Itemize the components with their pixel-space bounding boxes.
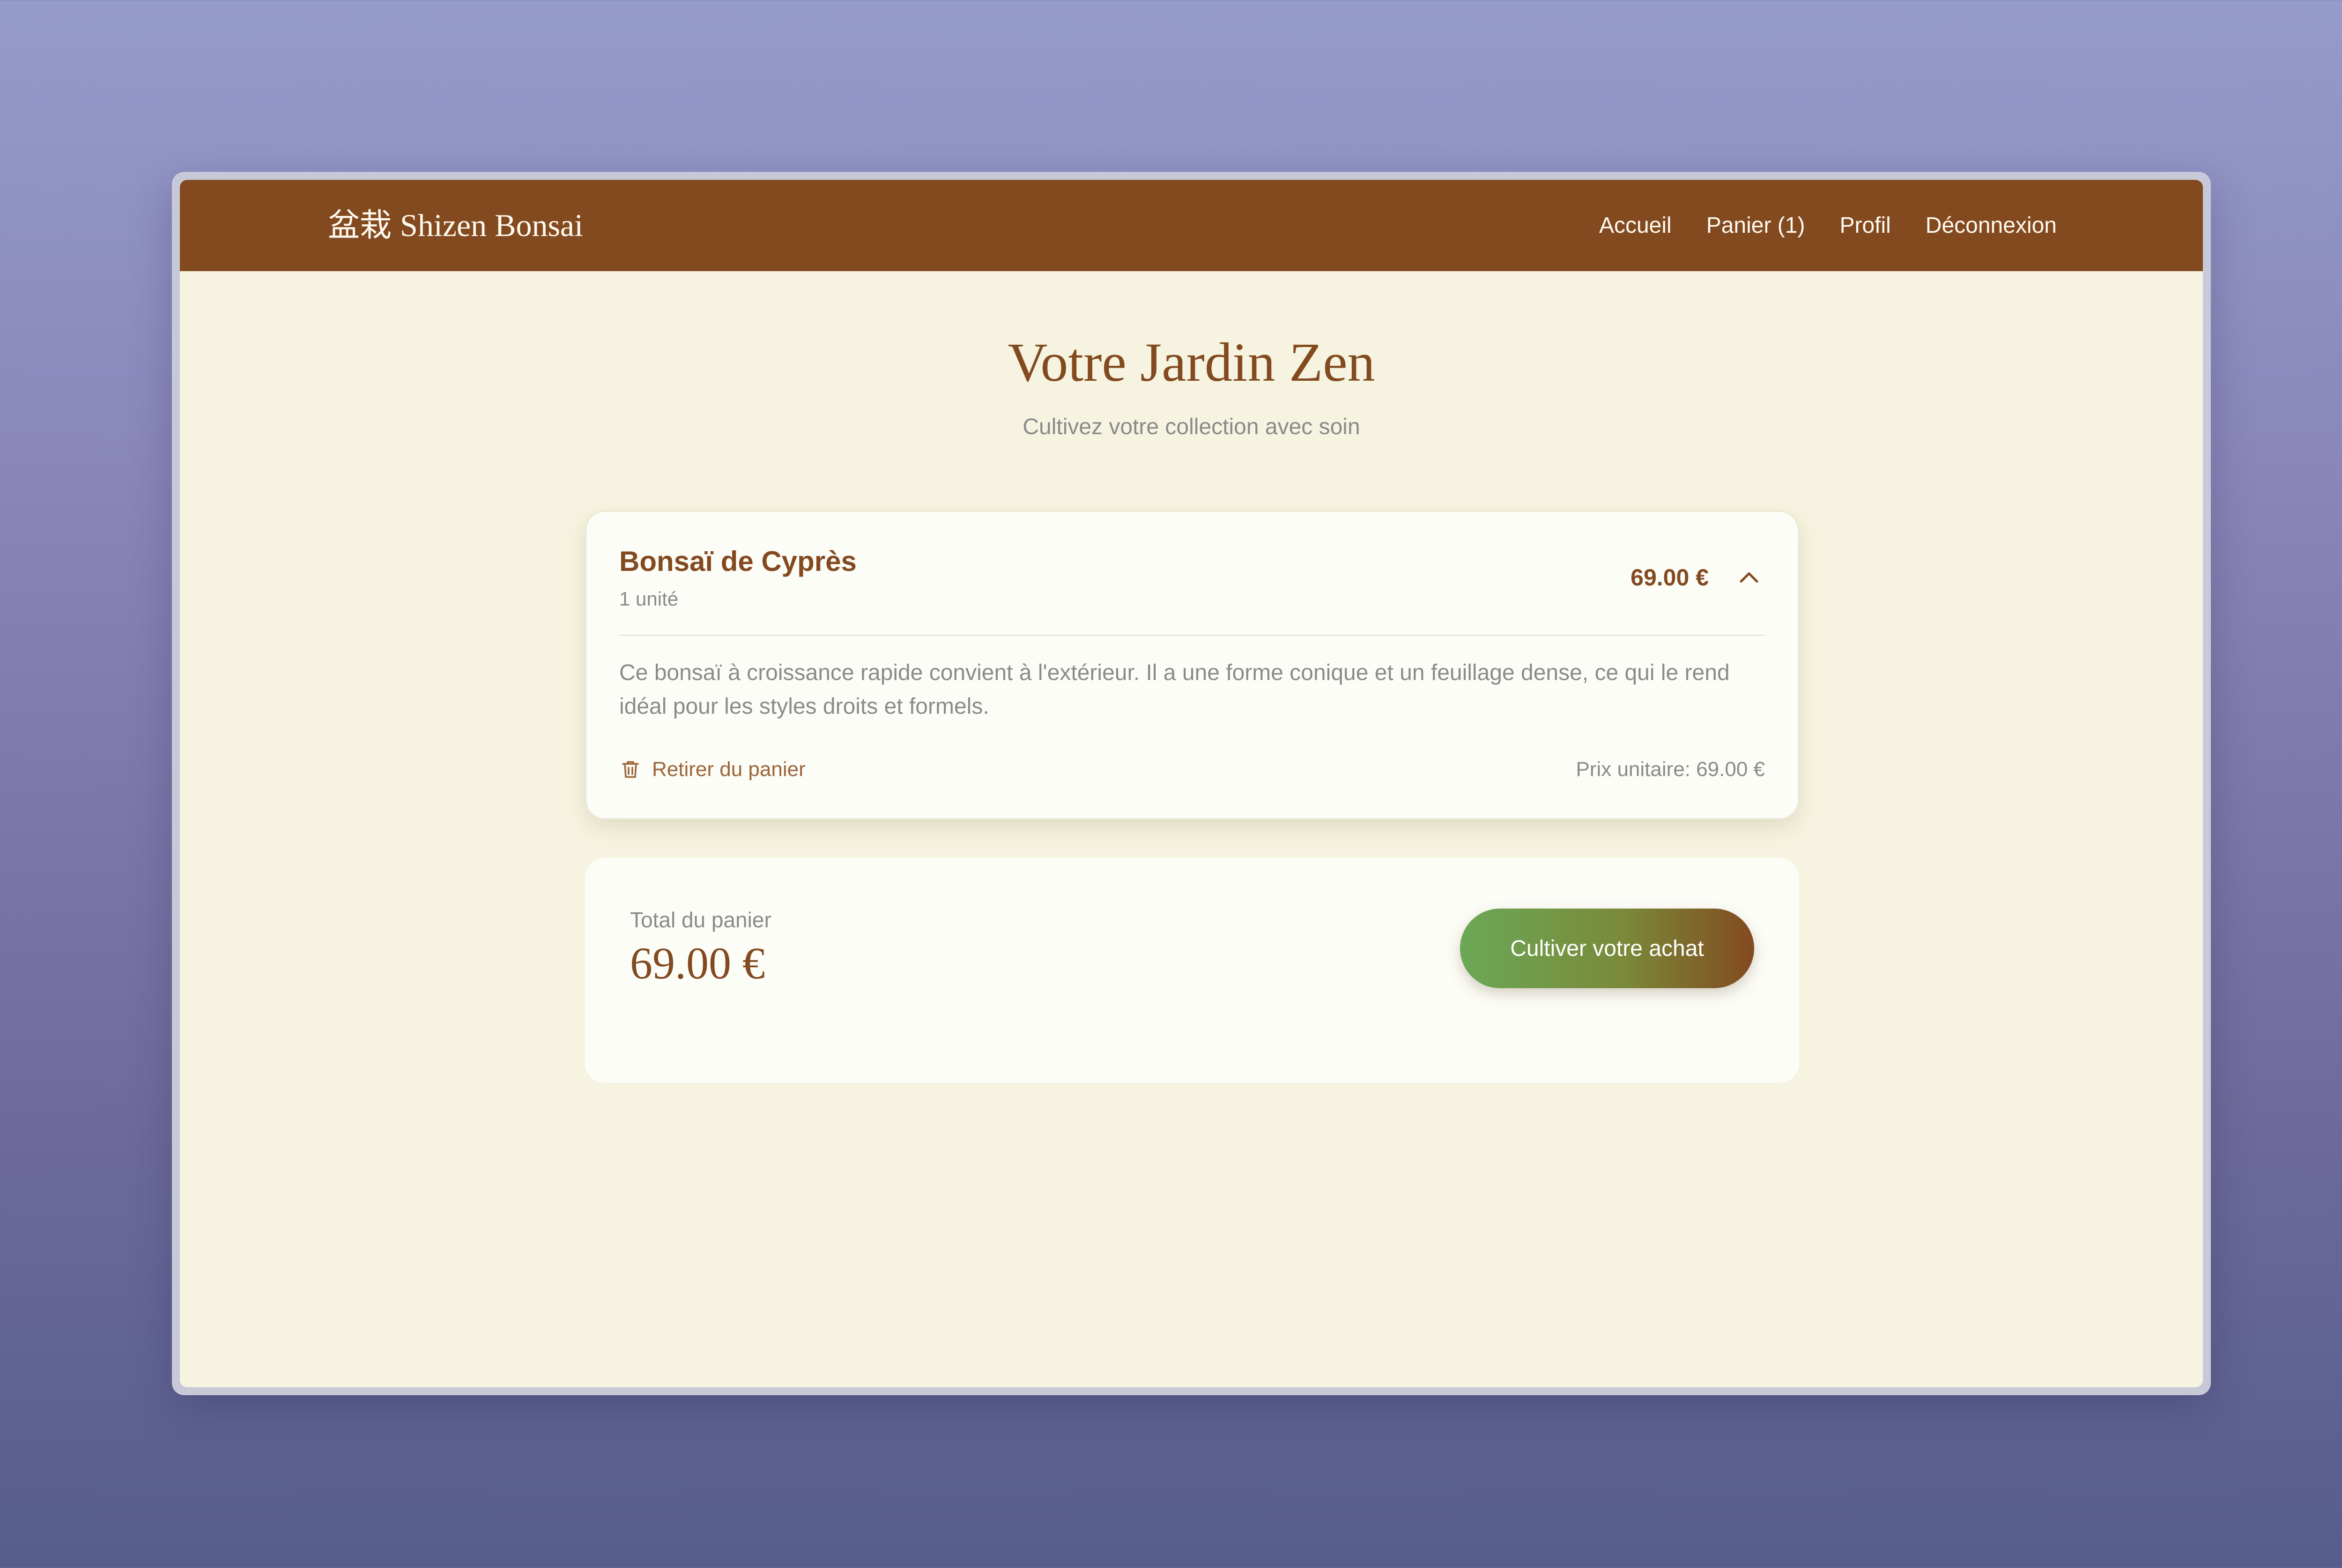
page-viewport: 盆栽 Shizen Bonsai Accueil Panier (1) Profi…: [180, 180, 2203, 1387]
item-quantity: 1 unité: [619, 588, 679, 610]
total-label: Total du panier: [630, 908, 771, 932]
brand-kanji: 盆栽: [328, 207, 392, 244]
remove-from-cart-button[interactable]: Retirer du panier: [619, 755, 806, 784]
nav-link-accueil[interactable]: Accueil: [1599, 213, 1672, 238]
nav-links: Accueil Panier (1) Profil Déconnexion: [1599, 180, 2057, 271]
navbar: 盆栽 Shizen Bonsai Accueil Panier (1) Profi…: [180, 180, 2203, 271]
cart-item-card: Bonsaï de Cyprès 1 unité 69.00 € Ce bons…: [585, 510, 1799, 820]
nav-link-deconnexion[interactable]: Déconnexion: [1926, 213, 2057, 238]
chevron-up-icon[interactable]: [1733, 562, 1765, 593]
nav-link-panier[interactable]: Panier (1): [1706, 213, 1805, 238]
page-title: Votre Jardin Zen: [1008, 332, 1375, 393]
item-description: Ce bonsaï à croissance rapide convient à…: [619, 660, 1730, 719]
trash-icon: [622, 761, 639, 778]
card-divider: [619, 635, 1765, 636]
nav-link-profil[interactable]: Profil: [1839, 213, 1890, 238]
page-subtitle: Cultivez votre collection avec soin: [1023, 414, 1360, 439]
unit-price: Prix unitaire: 69.00 €: [1576, 758, 1765, 781]
checkout-button[interactable]: Cultiver votre achat: [1460, 909, 1754, 988]
brand-logo[interactable]: 盆栽 Shizen Bonsai: [328, 180, 583, 271]
browser-window: 盆栽 Shizen Bonsai Accueil Panier (1) Profi…: [172, 172, 2211, 1395]
cart-total-card: Total du panier 69.00 € Cultiver votre a…: [585, 858, 1799, 1083]
total-value: 69.00 €: [630, 938, 765, 988]
item-price: 69.00 €: [1631, 564, 1709, 591]
brand-name: Shizen Bonsai: [400, 207, 583, 243]
remove-label: Retirer du panier: [652, 758, 806, 781]
item-name: Bonsaï de Cyprès: [619, 546, 857, 577]
